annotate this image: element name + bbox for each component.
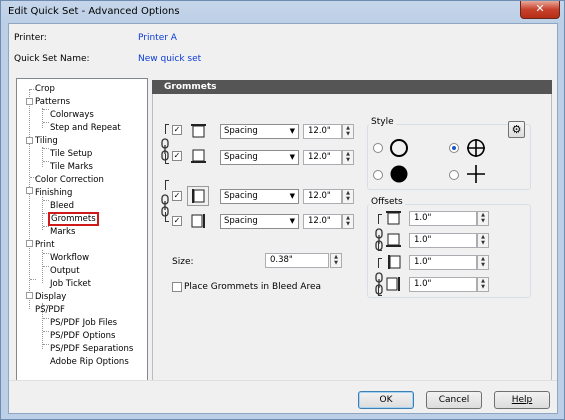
top-spacing-spinner[interactable]: ▲ ▼ bbox=[342, 124, 354, 139]
dialog-footer: OK Cancel Help bbox=[9, 380, 557, 413]
offset-right-spinner[interactable]: ▲ ▼ bbox=[477, 277, 489, 292]
bottom-spacing-select[interactable]: Spacing ▼ bbox=[220, 150, 299, 165]
right-edge-icon bbox=[191, 214, 205, 228]
plus-style-icon bbox=[467, 165, 485, 183]
tree-item-ps-pdf-separations[interactable]: PS/PDF Separations bbox=[50, 343, 133, 355]
style-dot-radio[interactable] bbox=[373, 170, 383, 180]
style-ring-radio[interactable] bbox=[373, 143, 383, 153]
offset-right-edge-icon bbox=[386, 277, 400, 291]
tree-item-tiling[interactable]: Tiling bbox=[35, 135, 58, 147]
ok-button[interactable]: OK bbox=[358, 391, 414, 409]
offset-top-edge-icon bbox=[386, 211, 401, 225]
tree-item-output[interactable]: Output bbox=[50, 265, 80, 277]
bleed-area-checkbox[interactable] bbox=[172, 282, 182, 292]
tree-item-marks[interactable]: Marks bbox=[50, 226, 75, 238]
title-bar: Edit Quick Set - Advanced Options ✕ bbox=[1, 1, 564, 23]
offset-bottom-edge-icon bbox=[386, 233, 401, 247]
tree-item-workflow[interactable]: Workflow bbox=[50, 252, 89, 264]
offset-bottom-spinner[interactable]: ▲ ▼ bbox=[477, 233, 489, 248]
gear-icon[interactable]: ⚙ bbox=[508, 121, 525, 138]
printer-label: Printer: bbox=[14, 33, 47, 43]
dialog-window: Edit Quick Set - Advanced Options ✕ Prin… bbox=[0, 0, 565, 420]
bleed-area-label: Place Grommets in Bleed Area bbox=[184, 282, 322, 292]
options-tree: Crop Patterns Colorways Step and Repeat … bbox=[16, 78, 148, 405]
cancel-button[interactable]: Cancel bbox=[426, 391, 482, 409]
offset-left-spinner[interactable]: ▲ ▼ bbox=[477, 255, 489, 270]
tree-item-patterns[interactable]: Patterns bbox=[35, 96, 70, 108]
offset-left-edge-icon bbox=[388, 255, 401, 269]
left-spacing-input[interactable]: 12.0" bbox=[303, 189, 342, 204]
tree-item-finishing[interactable]: Finishing bbox=[35, 187, 72, 199]
right-grommet-checkbox[interactable]: ✓ bbox=[172, 216, 182, 226]
bottom-grommet-checkbox[interactable]: ✓ bbox=[172, 151, 182, 161]
tree-item-color-correction[interactable]: Color Correction bbox=[35, 174, 104, 186]
top-spacing-select[interactable]: Spacing ▼ bbox=[220, 124, 299, 139]
right-spacing-input[interactable]: 12.0" bbox=[303, 214, 342, 229]
panel-title: Grommets bbox=[152, 80, 552, 94]
style-crosshair-radio[interactable] bbox=[449, 143, 459, 153]
printer-value: Printer A bbox=[138, 33, 177, 43]
tree-item-crop[interactable]: Crop bbox=[35, 83, 55, 95]
window-title: Edit Quick Set - Advanced Options bbox=[8, 6, 180, 17]
tree-item-job-ticket[interactable]: Job Ticket bbox=[50, 278, 91, 290]
tree-item-tile-setup[interactable]: Tile Setup bbox=[50, 148, 92, 160]
size-spinner[interactable]: ▲ ▼ bbox=[330, 253, 342, 268]
tree-item-display[interactable]: Display bbox=[35, 291, 66, 303]
tree-item-ps-pdf[interactable]: PS/PDF bbox=[35, 304, 65, 316]
bottom-spacing-spinner[interactable]: ▲ ▼ bbox=[342, 150, 354, 165]
style-group-title: Style bbox=[369, 117, 396, 127]
tree-item-ps-pdf-job-files[interactable]: PS/PDF Job Files bbox=[50, 317, 117, 329]
offset-top-spinner[interactable]: ▲ ▼ bbox=[477, 211, 489, 226]
left-edge-icon bbox=[187, 186, 209, 206]
offset-top-input[interactable]: 1.0" bbox=[409, 211, 477, 226]
help-button[interactable]: Help bbox=[494, 391, 550, 409]
top-grommet-checkbox[interactable]: ✓ bbox=[172, 125, 182, 135]
left-spacing-spinner[interactable]: ▲ ▼ bbox=[342, 189, 354, 204]
tree-item-grommets[interactable]: Grommets bbox=[48, 212, 99, 226]
tree-item-ps-pdf-options[interactable]: PS/PDF Options bbox=[50, 330, 115, 342]
offset-bottom-input[interactable]: 1.0" bbox=[409, 233, 477, 248]
tree-item-bleed[interactable]: Bleed bbox=[50, 200, 74, 212]
tree-item-tile-marks[interactable]: Tile Marks bbox=[50, 161, 93, 173]
top-spacing-input[interactable]: 12.0" bbox=[303, 124, 342, 139]
ring-style-icon bbox=[390, 139, 408, 157]
offset-left-input[interactable]: 1.0" bbox=[409, 255, 477, 270]
close-button[interactable]: ✕ bbox=[520, 1, 560, 19]
left-spacing-select[interactable]: Spacing ▼ bbox=[220, 189, 299, 204]
quickset-name-value: New quick set bbox=[138, 54, 202, 64]
right-spacing-spinner[interactable]: ▲ ▼ bbox=[342, 214, 354, 229]
left-grommet-checkbox[interactable]: ✓ bbox=[172, 191, 182, 201]
tree-item-step-and-repeat[interactable]: Step and Repeat bbox=[50, 122, 121, 134]
tree-item-colorways[interactable]: Colorways bbox=[50, 109, 94, 121]
offsets-group-title: Offsets bbox=[369, 197, 405, 207]
offset-right-input[interactable]: 1.0" bbox=[409, 277, 477, 292]
quickset-name-label: Quick Set Name: bbox=[14, 54, 90, 64]
size-input[interactable]: 0.38" bbox=[265, 253, 329, 268]
bottom-spacing-input[interactable]: 12.0" bbox=[303, 150, 342, 165]
dialog-client: Printer: Printer A Quick Set Name: New q… bbox=[8, 23, 558, 414]
style-plus-radio[interactable] bbox=[449, 170, 459, 180]
right-spacing-select[interactable]: Spacing ▼ bbox=[220, 214, 299, 229]
filled-dot-style-icon bbox=[390, 165, 408, 183]
size-label: Size: bbox=[172, 257, 194, 267]
tree-item-adobe-rip-options[interactable]: Adobe Rip Options bbox=[50, 356, 129, 368]
grommets-panel: ✓ Spacing ▼ 12.0" ▲ ▼ ✓ Spacing ▼ 12.0" ▲ ▼ bbox=[152, 94, 552, 405]
crosshair-circle-style-icon bbox=[467, 139, 485, 157]
tree-item-print[interactable]: Print bbox=[35, 239, 55, 251]
bottom-edge-icon bbox=[191, 149, 206, 163]
top-edge-icon bbox=[191, 124, 206, 138]
